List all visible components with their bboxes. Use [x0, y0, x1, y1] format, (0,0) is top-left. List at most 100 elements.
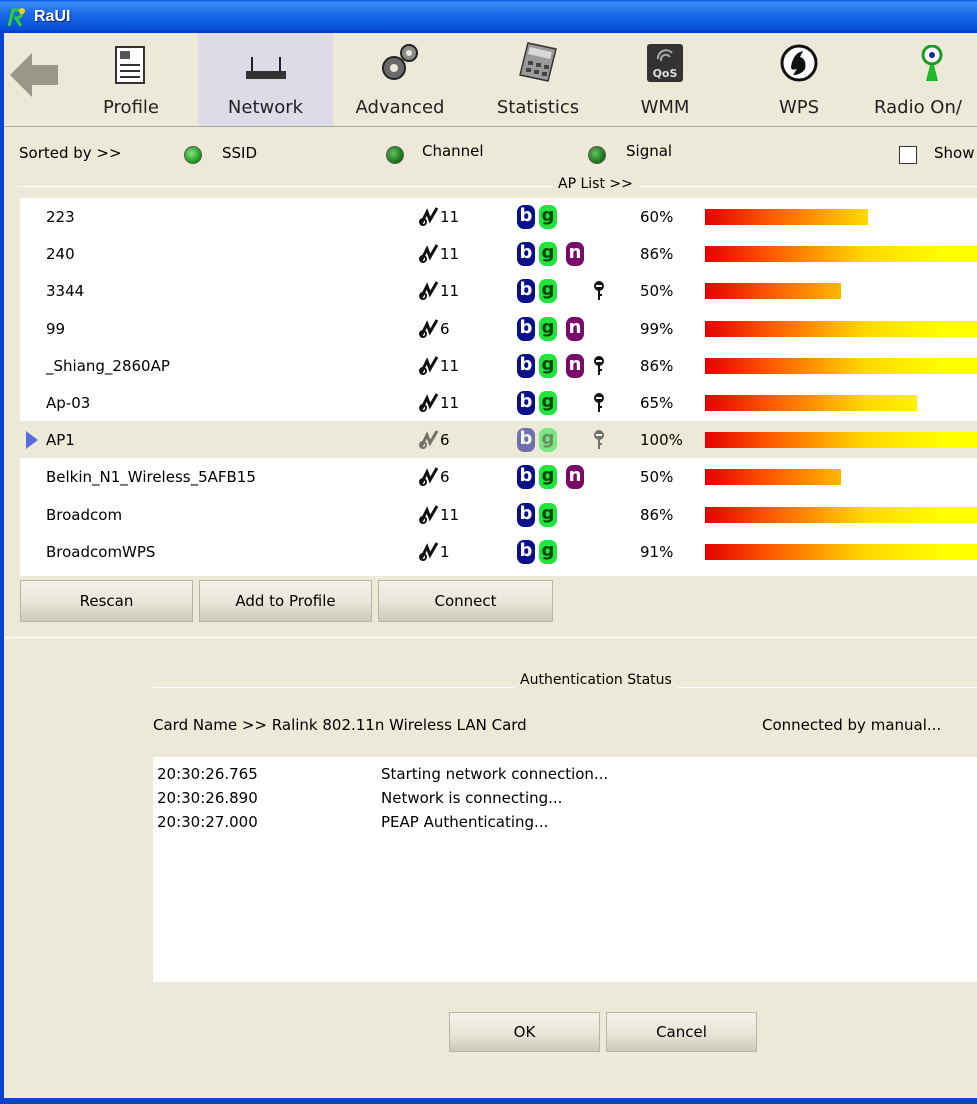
table-row[interactable]: Ap-03 11 b g 65%: [20, 384, 977, 421]
mode-g-badge: g: [539, 465, 557, 490]
mode-g-badge: g: [539, 316, 557, 341]
ap-channel: 11: [440, 356, 460, 375]
security-key-icon: [593, 355, 605, 381]
table-row[interactable]: 223 11 b g 60%: [20, 198, 977, 235]
mode-n-badge: n: [566, 465, 584, 490]
table-row[interactable]: 99 6 b g n 99%: [20, 310, 977, 347]
table-row[interactable]: _Shiang_2860AP 11 b g n 86%: [20, 347, 977, 384]
card-name: Card Name >> Ralink 802.11n Wireless LAN…: [153, 716, 527, 734]
log-row: 20:30:26.765 Starting network connection…: [153, 765, 977, 789]
security-key-icon: [593, 280, 605, 306]
mode-n-badge: n: [566, 242, 584, 267]
ap-channel: 11: [440, 505, 460, 524]
channel-icon: [418, 429, 440, 455]
ap-ssid: Ap-03: [46, 394, 91, 412]
mode-b-badge: b: [517, 539, 535, 564]
table-row[interactable]: Broadcom 11 b g 86%: [20, 496, 977, 533]
ap-list[interactable]: 223 11 b g 60% 240 11 b g n 86% 3344 11 b g 50% 99 6 b g n 99…: [20, 198, 977, 576]
auth-log: 20:30:26.765 Starting network connection…: [153, 757, 977, 982]
signal-bar: [705, 283, 841, 300]
ap-signal: 99%: [640, 319, 674, 338]
ap-channel: 6: [440, 468, 450, 487]
signal-bar: [705, 320, 977, 337]
ap-ssid: 99: [46, 319, 66, 338]
mode-b-badge: b: [517, 502, 535, 527]
toolbar-wmm-label: WMM: [640, 97, 690, 118]
gears-icon: [379, 41, 421, 87]
ap-signal: 91%: [640, 542, 674, 561]
toolbar-radio-label: Radio On/: [874, 97, 962, 118]
log-time: 20:30:26.890: [157, 789, 258, 807]
cancel-button[interactable]: Cancel: [606, 1012, 757, 1052]
signal-bar: [705, 469, 841, 486]
signal-bar: [705, 246, 977, 263]
toolbar-wmm-button[interactable]: QoS WMM: [626, 33, 704, 126]
back-arrow-icon[interactable]: [10, 53, 60, 97]
mode-b-badge: b: [517, 316, 535, 341]
channel-icon: [418, 243, 440, 269]
table-row[interactable]: 3344 11 b g 50%: [20, 272, 977, 309]
table-row[interactable]: Belkin_N1_Wireless_5AFB15 6 b g n 50%: [20, 458, 977, 495]
ap-ssid: _Shiang_2860AP: [46, 356, 170, 375]
sort-row: Sorted by >> SSID Channel Signal Show: [4, 140, 977, 168]
add-to-profile-button[interactable]: Add to Profile: [199, 580, 372, 622]
mode-g-badge: g: [539, 279, 557, 304]
log-message: PEAP Authenticating...: [381, 813, 549, 831]
section-separator: [4, 637, 977, 638]
channel-icon: [418, 541, 440, 567]
sort-ssid-radio[interactable]: [184, 146, 202, 164]
toolbar: Profile Network Advanced Statistics QoS …: [4, 33, 977, 127]
show-checkbox[interactable]: [899, 146, 917, 164]
mode-n-badge: n: [566, 353, 584, 378]
toolbar-statistics-button[interactable]: Statistics: [482, 33, 594, 126]
ap-channel: 11: [440, 394, 460, 412]
show-label: Show: [934, 144, 975, 162]
sort-channel-radio[interactable]: [386, 146, 404, 164]
mode-b-badge: b: [517, 465, 535, 490]
log-time: 20:30:26.765: [157, 765, 258, 783]
window-frame-bottom: [0, 1098, 977, 1104]
ok-button[interactable]: OK: [449, 1012, 600, 1052]
ap-signal: 86%: [640, 356, 674, 375]
rescan-button[interactable]: Rescan: [20, 580, 193, 622]
sort-signal-radio[interactable]: [588, 146, 606, 164]
table-row[interactable]: AP1 6 b g 100%: [20, 421, 977, 459]
signal-bar: [705, 506, 977, 523]
ap-signal: 100%: [640, 431, 683, 450]
signal-bar: [705, 209, 868, 225]
ap-signal: 65%: [640, 394, 674, 412]
auth-status-title: Authentication Status: [514, 672, 678, 688]
connect-button[interactable]: Connect: [378, 580, 553, 622]
toolbar-profile-button[interactable]: Profile: [86, 33, 176, 126]
mode-g-badge: g: [539, 539, 557, 564]
selection-arrow-icon: [26, 431, 38, 450]
log-row: 20:30:27.000 PEAP Authenticating...: [153, 813, 977, 837]
ap-channel: 11: [440, 282, 460, 301]
router-icon: [244, 55, 288, 85]
sort-ssid-label: SSID: [222, 144, 258, 162]
channel-icon: [418, 318, 440, 344]
toolbar-radio-button[interactable]: Radio On/: [866, 33, 977, 126]
ap-ssid: AP1: [46, 431, 75, 450]
channel-icon: [418, 355, 440, 381]
mode-g-badge: g: [539, 205, 557, 229]
ap-signal: 50%: [640, 468, 674, 487]
ap-channel: 1: [440, 542, 450, 561]
ap-ssid: 240: [46, 245, 75, 264]
mode-g-badge: g: [539, 353, 557, 378]
ap-channel: 11: [440, 245, 460, 264]
ap-channel: 6: [440, 319, 450, 338]
channel-icon: [418, 280, 440, 306]
table-row[interactable]: 240 11 b g n 86%: [20, 235, 977, 272]
title-bar[interactable]: RaUI: [0, 0, 977, 33]
ap-ssid: 223: [46, 208, 75, 226]
mode-g-badge: g: [539, 242, 557, 267]
toolbar-wps-button[interactable]: WPS: [764, 33, 834, 126]
mode-b-badge: b: [517, 391, 535, 415]
toolbar-advanced-button[interactable]: Advanced: [346, 33, 454, 126]
channel-icon: [418, 504, 440, 530]
table-row[interactable]: BroadcomWPS 1 b g 91%: [20, 533, 977, 570]
ap-signal: 60%: [640, 208, 674, 226]
mode-g-badge: g: [539, 502, 557, 527]
toolbar-network-button[interactable]: Network: [198, 33, 333, 126]
